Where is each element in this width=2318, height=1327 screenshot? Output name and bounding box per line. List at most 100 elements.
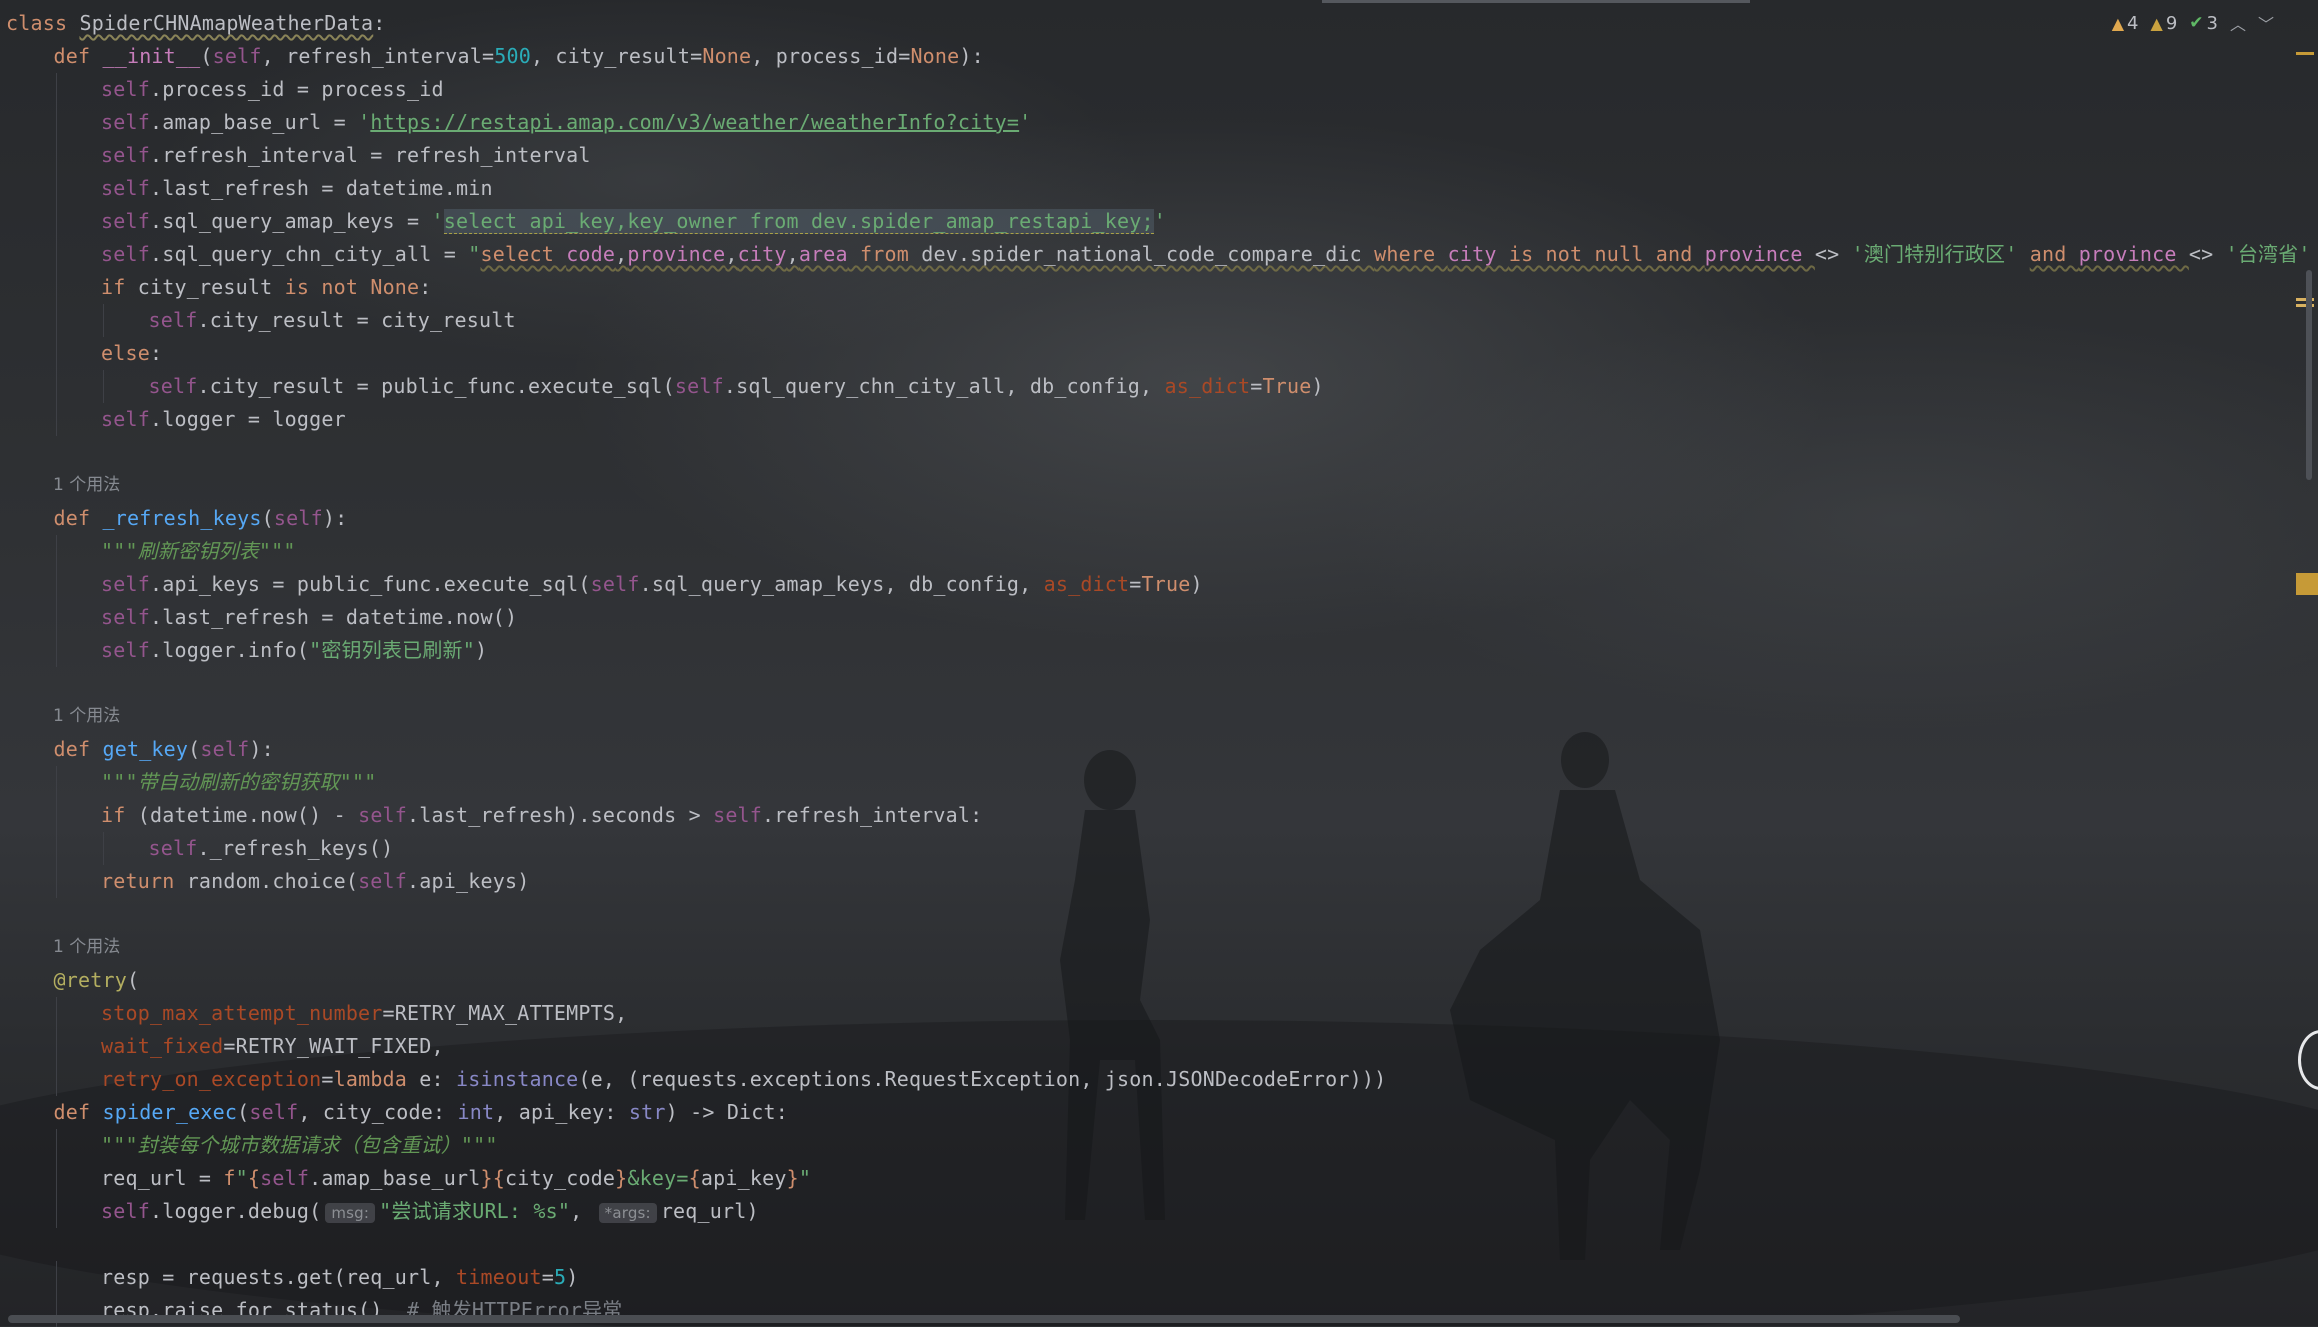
weak-warnings-indicator[interactable]: ▲ 9 bbox=[2151, 13, 2178, 34]
code-token: ): bbox=[322, 506, 348, 530]
code-token: req_url = bbox=[101, 1166, 224, 1190]
sql-text: , bbox=[725, 242, 738, 266]
code-token: .sql_query_chn_city_all = bbox=[149, 242, 469, 266]
vertical-scrollbar[interactable] bbox=[2306, 270, 2312, 480]
code-token: def bbox=[53, 506, 103, 530]
code-line: self.amap_base_url = 'https://restapi.am… bbox=[101, 106, 1031, 139]
code-token: { bbox=[688, 1166, 701, 1190]
error-stripe-mark[interactable] bbox=[2296, 573, 2318, 595]
sql-text: , bbox=[786, 242, 799, 266]
warnings-indicator[interactable]: ▲ 4 bbox=[2112, 13, 2139, 34]
indent-guide bbox=[55, 601, 57, 634]
code-token: }{ bbox=[480, 1166, 505, 1190]
indent-guide bbox=[55, 1129, 57, 1162]
code-token: self bbox=[101, 572, 150, 596]
usage-hint[interactable]: 1 个用法 bbox=[53, 700, 120, 733]
sql-identifier: province bbox=[1704, 242, 1815, 266]
usage-hint[interactable]: 1 个用法 bbox=[53, 931, 120, 964]
code-line: self.city_result = city_result bbox=[149, 304, 516, 337]
previous-problem-icon[interactable]: ︿ bbox=[2230, 11, 2246, 35]
warnings-count: 4 bbox=[2127, 12, 2139, 34]
code-token: ' bbox=[358, 110, 371, 134]
code-token: None bbox=[910, 44, 960, 68]
code-token: .sql_query_chn_city_all, db_config, bbox=[723, 374, 1165, 398]
usage-hint[interactable]: 1 个用法 bbox=[53, 469, 120, 502]
horizontal-scrollbar[interactable] bbox=[8, 1315, 1960, 1323]
parameter-inlay-hint: *args: bbox=[598, 1203, 657, 1223]
code-token: spider_exec bbox=[102, 1100, 238, 1124]
code-token: 500 bbox=[494, 44, 531, 68]
code-token: self bbox=[101, 77, 150, 101]
code-token: ) bbox=[566, 1265, 579, 1289]
code-line: self.last_refresh = datetime.now() bbox=[101, 601, 517, 634]
code-token: self bbox=[260, 1166, 310, 1190]
code-line: def get_key(self): bbox=[54, 733, 274, 766]
code-token: .process_id = process_id bbox=[149, 77, 444, 101]
code-token: def bbox=[53, 1100, 103, 1124]
code-token: resp = requests.get(req_url, bbox=[101, 1265, 456, 1289]
code-token: e: bbox=[419, 1067, 457, 1091]
sql-text: dev.spider_national_code_compare_dic bbox=[921, 242, 1375, 266]
check-icon: ✔ bbox=[2189, 13, 2204, 33]
code-token: self bbox=[590, 572, 640, 596]
sql-identifier: city bbox=[1447, 242, 1509, 266]
code-token: ) bbox=[1190, 572, 1203, 596]
code-token: self bbox=[674, 374, 724, 398]
code-token: ) -> Dict: bbox=[665, 1100, 789, 1124]
indent-guide bbox=[55, 172, 57, 205]
code-line: resp = requests.get(req_url, timeout=5) bbox=[101, 1261, 578, 1294]
next-problem-icon[interactable]: ﹀ bbox=[2258, 11, 2274, 35]
code-token: ) bbox=[1311, 374, 1324, 398]
indent-guide bbox=[103, 304, 104, 337]
code-token: ( bbox=[261, 506, 274, 530]
code-token: def bbox=[53, 737, 103, 761]
code-token: '澳门特别行政区' bbox=[1851, 242, 2030, 266]
indent-guide bbox=[55, 238, 57, 271]
code-token: @retry bbox=[53, 968, 127, 992]
code-token: True bbox=[1141, 572, 1191, 596]
code-token: self bbox=[200, 737, 250, 761]
code-token: <> bbox=[1814, 242, 1852, 266]
error-stripe-mark[interactable] bbox=[2296, 52, 2314, 55]
code-token: .last_refresh).seconds > bbox=[407, 803, 714, 827]
typos-count: 3 bbox=[2206, 12, 2218, 34]
code-token: city_code bbox=[505, 1166, 616, 1190]
code-line: self._refresh_keys() bbox=[149, 832, 394, 865]
typos-indicator[interactable]: ✔ 3 bbox=[2189, 13, 2218, 34]
indent-guide bbox=[55, 997, 57, 1030]
code-token: None bbox=[702, 44, 752, 68]
code-token: .amap_base_url bbox=[309, 1166, 481, 1190]
code-token: self bbox=[101, 143, 150, 167]
code-token: , city_code: bbox=[298, 1100, 458, 1124]
code-token: = bbox=[1250, 374, 1263, 398]
code-token: """刷新密钥列表""" bbox=[101, 539, 296, 563]
code-line: req_url = f"{self.amap_base_url}{city_co… bbox=[101, 1162, 811, 1195]
indent-guide bbox=[55, 271, 57, 304]
code-editor[interactable]: class SpiderCHNAmapWeatherData: def __ini… bbox=[0, 0, 2310, 1327]
sql-keyword: from bbox=[847, 242, 922, 266]
code-token: : bbox=[419, 275, 432, 299]
code-line: self.sql_query_chn_city_all = "select co… bbox=[101, 238, 2318, 271]
indent-guide bbox=[55, 1162, 57, 1195]
code-token: get_key bbox=[102, 737, 189, 761]
code-token: req_url) bbox=[660, 1199, 759, 1223]
code-token: ( bbox=[126, 968, 140, 992]
code-token: .logger = logger bbox=[149, 407, 346, 431]
code-token: "密钥列表已刷新" bbox=[309, 638, 475, 662]
indent-guide bbox=[55, 403, 57, 436]
code-token: 1 个用法 bbox=[53, 706, 121, 726]
sql-literal: select api_key,key_owner from dev.spider… bbox=[443, 209, 1154, 234]
code-line: self.logger = logger bbox=[101, 403, 346, 436]
code-token: , refresh_interval= bbox=[261, 44, 495, 68]
code-token: } bbox=[786, 1166, 799, 1190]
code-token: __init__ bbox=[102, 44, 201, 68]
code-line: self.last_refresh = datetime.min bbox=[101, 172, 493, 205]
code-token: is not None bbox=[284, 275, 420, 299]
code-token: ' bbox=[1153, 209, 1166, 233]
code-token: = bbox=[321, 1067, 334, 1091]
inspection-widget[interactable]: ▲ 4 ▲ 9 ✔ 3 ︿ ﹀ bbox=[2112, 10, 2274, 36]
code-line: class SpiderCHNAmapWeatherData: bbox=[6, 7, 386, 40]
code-token: ._refresh_keys() bbox=[197, 836, 394, 860]
code-token: : bbox=[149, 341, 163, 365]
code-token: .sql_query_amap_keys = bbox=[149, 209, 432, 233]
